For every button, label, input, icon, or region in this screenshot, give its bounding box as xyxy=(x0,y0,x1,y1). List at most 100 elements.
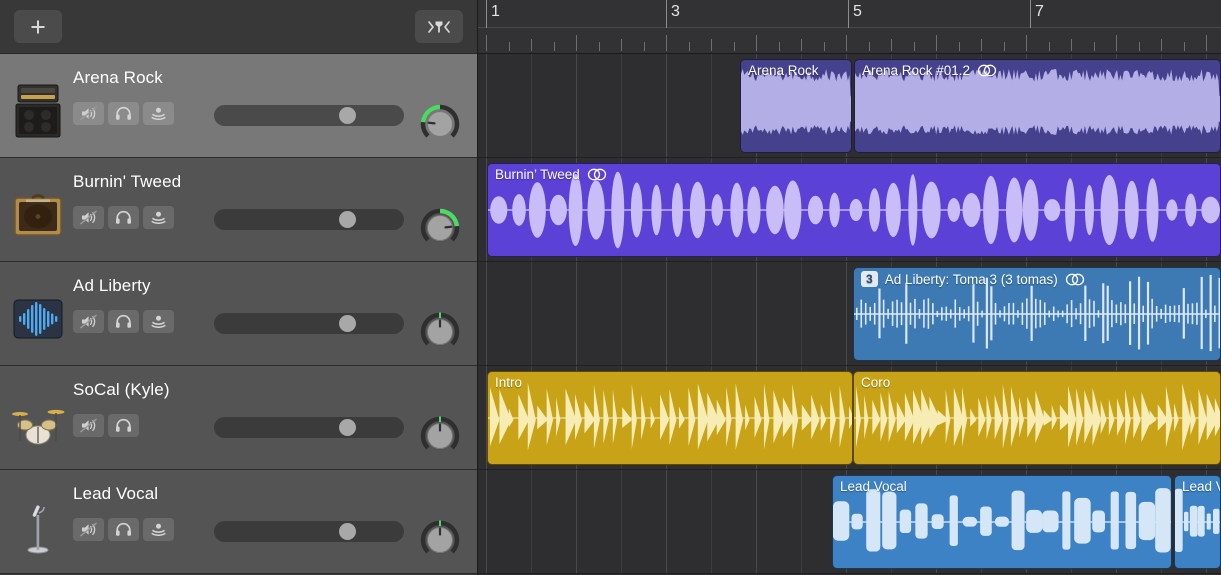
volume-slider[interactable] xyxy=(214,521,404,542)
bar-line xyxy=(666,0,667,28)
region-8[interactable]: Lead Vocal xyxy=(1174,475,1221,569)
track-lane-1[interactable]: Arena Rock Arena Rock #01.2 xyxy=(478,54,1221,158)
pan-knob[interactable] xyxy=(418,414,462,458)
lane-gridline xyxy=(531,470,532,573)
record-enable-icon xyxy=(150,314,167,329)
headphones-button[interactable] xyxy=(108,206,139,229)
headphones-button[interactable] xyxy=(108,414,139,437)
lane-gridline xyxy=(666,470,667,573)
volume-slider-thumb[interactable] xyxy=(339,419,356,436)
ruler-tick xyxy=(644,42,645,51)
track-header-4[interactable]: SoCal (Kyle) xyxy=(0,366,477,470)
track-headers-panel: Arena Rock Burnin' Tweed xyxy=(0,0,478,575)
ruler-tick xyxy=(846,35,847,51)
volume-slider-thumb[interactable] xyxy=(339,523,356,540)
region-title-text: Intro xyxy=(495,375,522,390)
mute-button[interactable] xyxy=(73,102,104,125)
track-name-label: Burnin' Tweed xyxy=(73,172,181,192)
tweed-amp-icon xyxy=(12,191,64,239)
headphones-button[interactable] xyxy=(108,310,139,333)
track-header-1[interactable]: Arena Rock xyxy=(0,54,477,158)
track-instrument-icon xyxy=(10,82,66,140)
region-waveform xyxy=(854,372,1220,464)
region-6[interactable]: Coro xyxy=(853,371,1221,465)
track-lane-5[interactable]: Lead Vocal Lead Vocal xyxy=(478,470,1221,574)
collapse-controls-icon xyxy=(425,18,453,36)
timeline-ruler[interactable]: 1357 xyxy=(478,0,1221,54)
mute-icon xyxy=(80,418,97,433)
volume-slider-thumb[interactable] xyxy=(339,211,356,228)
region-title: Arena Rock xyxy=(748,63,819,78)
bar-line xyxy=(486,0,487,28)
mute-icon xyxy=(80,210,97,225)
track-header-5[interactable]: Lead Vocal xyxy=(0,470,477,574)
volume-slider[interactable] xyxy=(214,105,404,126)
volume-slider-thumb[interactable] xyxy=(339,107,356,124)
lane-gridline xyxy=(756,262,757,365)
volume-slider-thumb[interactable] xyxy=(339,315,356,332)
record-enable-icon xyxy=(150,210,167,225)
pan-knob[interactable] xyxy=(418,206,462,250)
loop-icon xyxy=(977,64,997,77)
mute-button[interactable] xyxy=(73,518,104,541)
ruler-tick xyxy=(1071,39,1072,51)
region-title-text: Lead Vocal xyxy=(840,479,907,494)
region-2[interactable]: Arena Rock #01.2 xyxy=(854,59,1221,153)
ruler-tick xyxy=(981,39,982,51)
ruler-tick xyxy=(1161,39,1162,51)
record-enable-button[interactable] xyxy=(143,310,174,333)
lane-gridline xyxy=(621,470,622,573)
ruler-tick xyxy=(936,35,937,51)
ruler-tick xyxy=(801,39,802,51)
lane-gridline xyxy=(486,262,487,365)
region-7[interactable]: Lead Vocal xyxy=(832,475,1172,569)
record-enable-button[interactable] xyxy=(143,102,174,125)
volume-slider[interactable] xyxy=(214,313,404,334)
region-3[interactable]: Burnin’ Tweed xyxy=(487,163,1221,257)
region-title: Coro xyxy=(861,375,890,390)
lane-gridline xyxy=(576,54,577,157)
region-title: Lead Vocal xyxy=(840,479,907,494)
volume-slider[interactable] xyxy=(214,417,404,438)
pan-knob-icon xyxy=(418,102,462,146)
timeline-panel: 1357 Arena Rock Arena Rock #01.2 Burnin’… xyxy=(478,0,1221,575)
pan-knob-icon xyxy=(418,206,462,250)
headphones-button[interactable] xyxy=(108,518,139,541)
ruler-tick xyxy=(869,42,870,51)
pan-knob-icon xyxy=(418,414,462,458)
track-header-3[interactable]: Ad Liberty xyxy=(0,262,477,366)
ruler-tick xyxy=(509,42,510,51)
headphones-icon xyxy=(115,418,132,433)
volume-slider[interactable] xyxy=(214,209,404,230)
ruler-tick xyxy=(756,35,757,51)
region-4[interactable]: 3Ad Liberty: Toma 3 (3 tomas) xyxy=(853,267,1221,361)
region-1[interactable]: Arena Rock xyxy=(740,59,852,153)
ruler-tick xyxy=(666,35,667,51)
region-5[interactable]: Intro xyxy=(487,371,853,465)
headphones-button[interactable] xyxy=(108,102,139,125)
bar-number: 3 xyxy=(671,3,680,21)
track-controls-toggle-button[interactable] xyxy=(415,10,463,43)
track-panel-toolbar xyxy=(0,0,477,54)
pan-knob[interactable] xyxy=(418,310,462,354)
bar-line xyxy=(848,0,849,28)
add-track-button[interactable] xyxy=(14,10,62,43)
mute-button[interactable] xyxy=(73,310,104,333)
ruler-tick xyxy=(891,39,892,51)
lane-gridline xyxy=(666,54,667,157)
track-header-2[interactable]: Burnin' Tweed xyxy=(0,158,477,262)
pan-knob[interactable] xyxy=(418,102,462,146)
mute-button[interactable] xyxy=(73,206,104,229)
record-enable-button[interactable] xyxy=(143,206,174,229)
ruler-tick xyxy=(689,42,690,51)
lane-gridline xyxy=(666,262,667,365)
pan-knob[interactable] xyxy=(418,518,462,562)
headphones-icon xyxy=(115,210,132,225)
track-lane-3[interactable]: 3Ad Liberty: Toma 3 (3 tomas) xyxy=(478,262,1221,366)
track-button-group xyxy=(73,414,139,437)
region-title: Arena Rock #01.2 xyxy=(862,63,997,78)
record-enable-button[interactable] xyxy=(143,518,174,541)
mute-button[interactable] xyxy=(73,414,104,437)
track-lane-4[interactable]: Intro Coro xyxy=(478,366,1221,470)
track-lane-2[interactable]: Burnin’ Tweed xyxy=(478,158,1221,262)
